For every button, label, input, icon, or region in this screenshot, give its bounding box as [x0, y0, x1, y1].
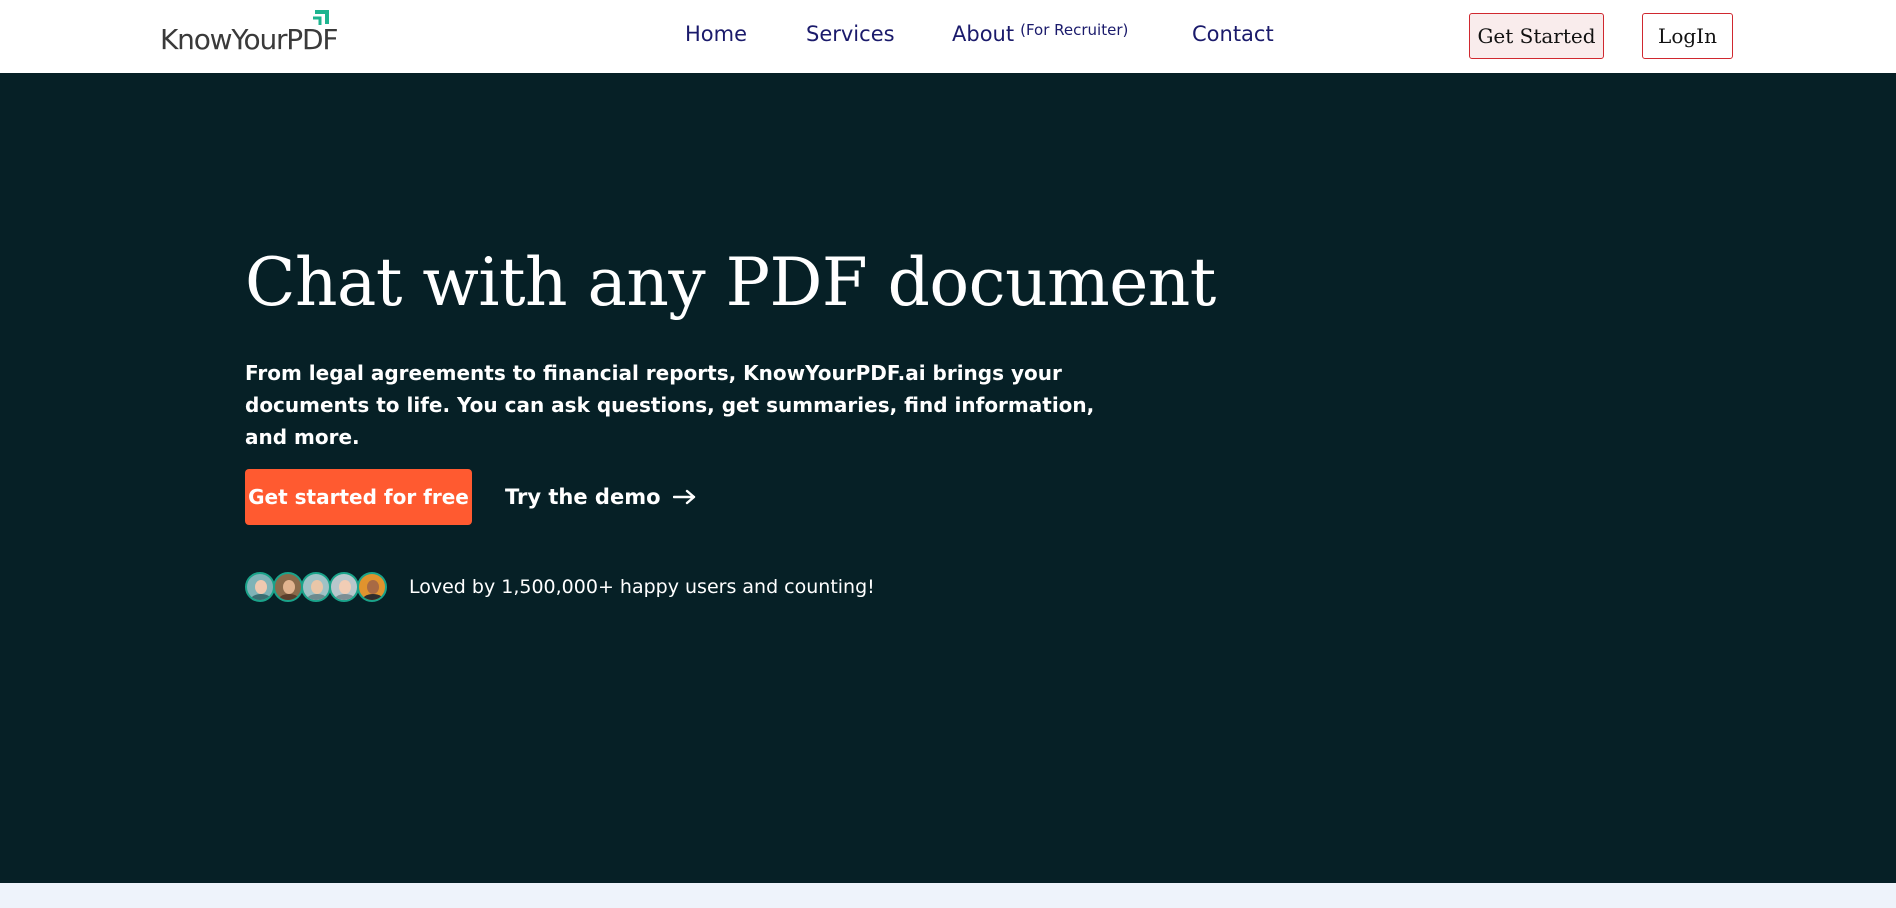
- nav-about-suffix: (For Recruiter): [1020, 21, 1129, 39]
- nav-about[interactable]: About (For Recruiter): [952, 21, 1129, 48]
- avatar-icon: [329, 572, 359, 602]
- get-started-free-button[interactable]: Get started for free: [245, 469, 472, 525]
- nav-services[interactable]: Services: [806, 22, 895, 46]
- get-started-button[interactable]: Get Started: [1469, 13, 1604, 59]
- nav-about-label: About: [952, 22, 1015, 46]
- avatar-group: [245, 572, 387, 602]
- nav-contact[interactable]: Contact: [1192, 22, 1274, 46]
- arrow-right-icon: [672, 489, 695, 505]
- social-proof-text: Loved by 1,500,000+ happy users and coun…: [409, 576, 875, 598]
- main-nav: Home Services About (For Recruiter) Conta…: [0, 0, 1896, 73]
- header: KnowYourPDF Home Services About (For Recr…: [0, 0, 1896, 73]
- social-proof: Loved by 1,500,000+ happy users and coun…: [245, 570, 875, 604]
- avatar-icon: [273, 572, 303, 602]
- avatar-icon: [357, 572, 387, 602]
- avatar-icon: [301, 572, 331, 602]
- avatar-icon: [245, 572, 275, 602]
- hero-title: Chat with any PDF document: [245, 244, 1216, 321]
- try-demo-label: Try the demo: [505, 485, 661, 509]
- login-button[interactable]: LogIn: [1642, 13, 1733, 59]
- hero-subtitle: From legal agreements to financial repor…: [245, 361, 1095, 449]
- page: KnowYourPDF Home Services About (For Recr…: [0, 0, 1896, 908]
- nav-home[interactable]: Home: [685, 22, 747, 46]
- hero-section: Chat with any PDF document From legal ag…: [0, 73, 1896, 883]
- try-demo-link[interactable]: Try the demo: [505, 469, 697, 525]
